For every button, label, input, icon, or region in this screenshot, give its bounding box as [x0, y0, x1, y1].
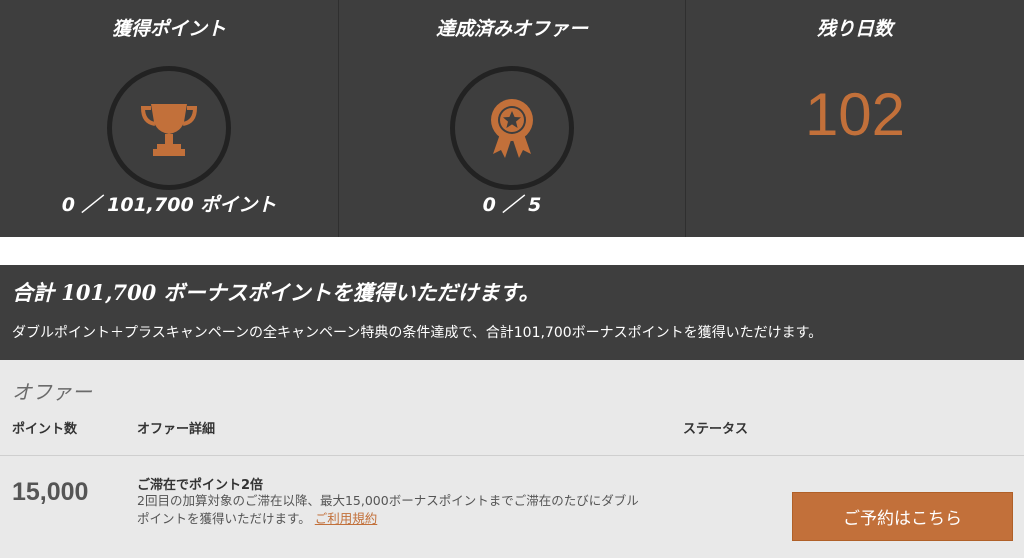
completed-offers-title: 達成済みオファー [435, 18, 588, 40]
offer-description-text: 2回目の加算対象のご滞在以降、最大15,000ボーナスポイントまでご滞在のたびに… [137, 493, 639, 526]
stats-panel: 獲得ポイント 0 ／ 101,700 ポイント 達成済みオファー 0 ／ 5 残… [0, 0, 1024, 237]
offers-title: オファー [12, 380, 92, 404]
column-header-points: ポイント数 [12, 422, 78, 437]
earned-points-value: 0 ／ 101,700 ポイント [61, 194, 277, 216]
trophy-ring [107, 66, 231, 190]
bonus-banner: 合計 101,700 ボーナスポイントを獲得いただけます。 ダブルポイント＋プラ… [0, 265, 1024, 360]
remaining-days-title: 残り日数 [816, 18, 893, 40]
banner-text: ダブルポイント＋プラスキャンペーンの全キャンペーン特典の条件達成で、合計101,… [12, 325, 823, 341]
earned-points-stat: 獲得ポイント 0 ／ 101,700 ポイント [0, 0, 339, 237]
trophy-icon [137, 96, 201, 160]
offers-section: オファー ポイント数 オファー詳細 ステータス 15,000 ご滞在でポイント2… [0, 360, 1024, 558]
award-ring [450, 66, 574, 190]
banner-title: 合計 101,700 ボーナスポイントを獲得いただけます。 [12, 280, 540, 305]
offer-points: 15,000 [12, 478, 89, 506]
completed-offers-value: 0 ／ 5 [482, 194, 542, 216]
offer-name: ご滞在でポイント2倍 [137, 478, 264, 493]
terms-link[interactable]: ご利用規約 [315, 511, 378, 526]
reserve-button[interactable]: ご予約はこちら [792, 492, 1013, 541]
completed-offers-stat: 達成済みオファー 0 ／ 5 [339, 0, 686, 237]
remaining-days-value: 102 [804, 81, 906, 148]
offer-description: 2回目の加算対象のご滞在以降、最大15,000ボーナスポイントまでご滞在のたびに… [137, 492, 647, 528]
column-header-status: ステータス [683, 422, 749, 437]
remaining-days-stat: 残り日数 102 [686, 0, 1024, 237]
table-row: 15,000 ご滞在でポイント2倍 2回目の加算対象のご滞在以降、最大15,00… [0, 456, 1024, 558]
award-badge-icon [485, 96, 539, 160]
column-header-details: オファー詳細 [137, 422, 216, 437]
earned-points-title: 獲得ポイント [111, 18, 226, 40]
